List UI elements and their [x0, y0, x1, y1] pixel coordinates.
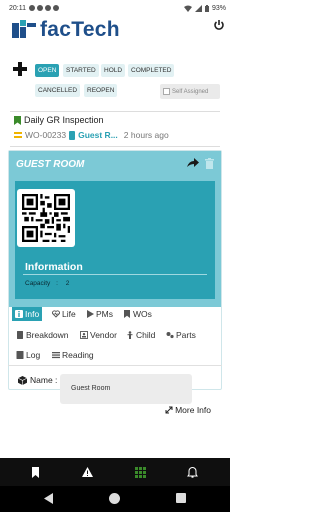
notification-icon	[53, 5, 59, 11]
filter-hold[interactable]: HOLD	[101, 64, 126, 77]
list-icon	[52, 352, 60, 359]
cube-icon	[18, 375, 27, 385]
tabs-divider	[8, 365, 222, 366]
nav-bell-icon[interactable]	[187, 467, 198, 478]
notification-icon	[45, 5, 51, 11]
filter-completed[interactable]: COMPLETED	[128, 64, 175, 77]
asset-location-icon	[69, 130, 76, 140]
tab-reading[interactable]: Reading	[52, 348, 94, 362]
qr-code[interactable]	[17, 189, 75, 247]
notification-icons	[29, 5, 59, 11]
name-row: Name :	[18, 375, 57, 385]
capacity-separator: :	[56, 280, 58, 287]
filter-open[interactable]: OPEN	[35, 64, 60, 77]
info-icon	[15, 310, 23, 318]
capacity-value: 2	[65, 280, 70, 287]
notification-icon	[29, 5, 35, 11]
battery-percent: 93%	[211, 4, 226, 12]
back-icon[interactable]	[44, 493, 54, 504]
self-assigned-label: Self Assigned	[172, 88, 209, 95]
battery-icon	[204, 4, 209, 12]
self-assigned-toggle[interactable]: Self Assigned	[160, 84, 220, 99]
tab-vendor[interactable]: Vendor	[80, 328, 117, 342]
tab-breakdown[interactable]: Breakdown	[16, 328, 69, 342]
bookmark-icon	[14, 115, 21, 125]
information-heading: Information	[25, 261, 83, 273]
tab-child-label: Child	[136, 330, 156, 340]
filter-started[interactable]: STARTED	[63, 64, 99, 77]
asset-info-panel: Information Capacity : 2	[9, 179, 221, 307]
tab-child[interactable]: Child	[126, 328, 155, 342]
filter-cancelled[interactable]: CANCELLED	[35, 84, 81, 97]
info-divider	[23, 274, 207, 275]
nav-bookmark-icon[interactable]	[30, 467, 41, 478]
nav-alert-icon[interactable]	[82, 467, 93, 478]
tab-info-label: Info	[25, 309, 40, 319]
name-label: Name :	[30, 375, 58, 385]
recents-icon[interactable]	[176, 493, 186, 503]
more-info-label: More Info	[175, 405, 211, 415]
priority-icon	[14, 132, 22, 138]
name-field[interactable]: Guest Room	[60, 374, 192, 404]
tab-life[interactable]: Life	[52, 307, 76, 321]
tab-parts-label: Parts	[176, 330, 196, 340]
bottom-nav	[0, 458, 230, 486]
work-order-location: Guest R...	[78, 130, 118, 140]
trash-icon[interactable]	[205, 158, 214, 169]
capacity-label: Capacity	[25, 280, 51, 287]
asset-header: GUEST ROOM	[9, 151, 221, 179]
tab-pms-label: PMs	[96, 309, 113, 319]
work-order-age: 2 hours ago	[123, 130, 169, 140]
power-icon[interactable]	[213, 19, 225, 31]
expand-icon	[165, 406, 173, 414]
child-icon	[127, 331, 133, 339]
capacity-row: Capacity : 2	[25, 280, 69, 287]
tab-vendor-label: Vendor	[90, 330, 117, 340]
signal-icon	[194, 4, 202, 12]
parts-icon	[166, 332, 174, 339]
log-icon	[16, 351, 24, 359]
more-info-link[interactable]: More Info	[165, 405, 211, 415]
work-order-title: Daily GR Inspection	[24, 115, 104, 125]
notification-icon	[37, 5, 43, 11]
book-icon	[17, 331, 23, 339]
app-logo-text: facTech	[40, 18, 120, 41]
tab-pms[interactable]: PMs	[86, 307, 113, 321]
system-nav-bar	[0, 486, 230, 512]
play-icon	[87, 310, 94, 318]
filter-reopen[interactable]: REOPEN	[84, 84, 118, 97]
asset-title: GUEST ROOM	[16, 159, 85, 170]
qr-code-icon	[22, 194, 70, 242]
tab-info[interactable]: Info	[12, 307, 43, 321]
nav-grid-icon[interactable]	[135, 467, 146, 478]
tab-life-label: Life	[62, 309, 76, 319]
add-icon[interactable]	[13, 62, 27, 76]
app-header: facTech	[0, 16, 230, 50]
tab-wos-label: WOs	[133, 309, 152, 319]
tab-reading-label: Reading	[62, 350, 94, 360]
heartbeat-icon	[52, 310, 60, 318]
wifi-icon	[183, 5, 192, 12]
self-assigned-checkbox[interactable]	[163, 88, 170, 95]
tab-parts[interactable]: Parts	[166, 328, 196, 342]
status-bar: 20:11 93%	[0, 0, 230, 16]
tab-log-label: Log	[26, 350, 41, 360]
vendor-icon	[80, 331, 88, 339]
home-icon[interactable]	[109, 493, 120, 504]
tab-wos[interactable]: WOs	[123, 307, 152, 321]
share-icon[interactable]	[187, 158, 199, 168]
work-order-id: WO-00233	[25, 130, 67, 140]
tab-breakdown-label: Breakdown	[26, 330, 69, 340]
work-order-card[interactable]: Daily GR Inspection WO-00233 Guest R... …	[10, 111, 220, 147]
factech-logo-icon	[12, 20, 36, 38]
bookmark-icon	[124, 310, 130, 318]
tab-log[interactable]: Log	[16, 348, 40, 362]
clock: 20:11	[9, 4, 26, 12]
